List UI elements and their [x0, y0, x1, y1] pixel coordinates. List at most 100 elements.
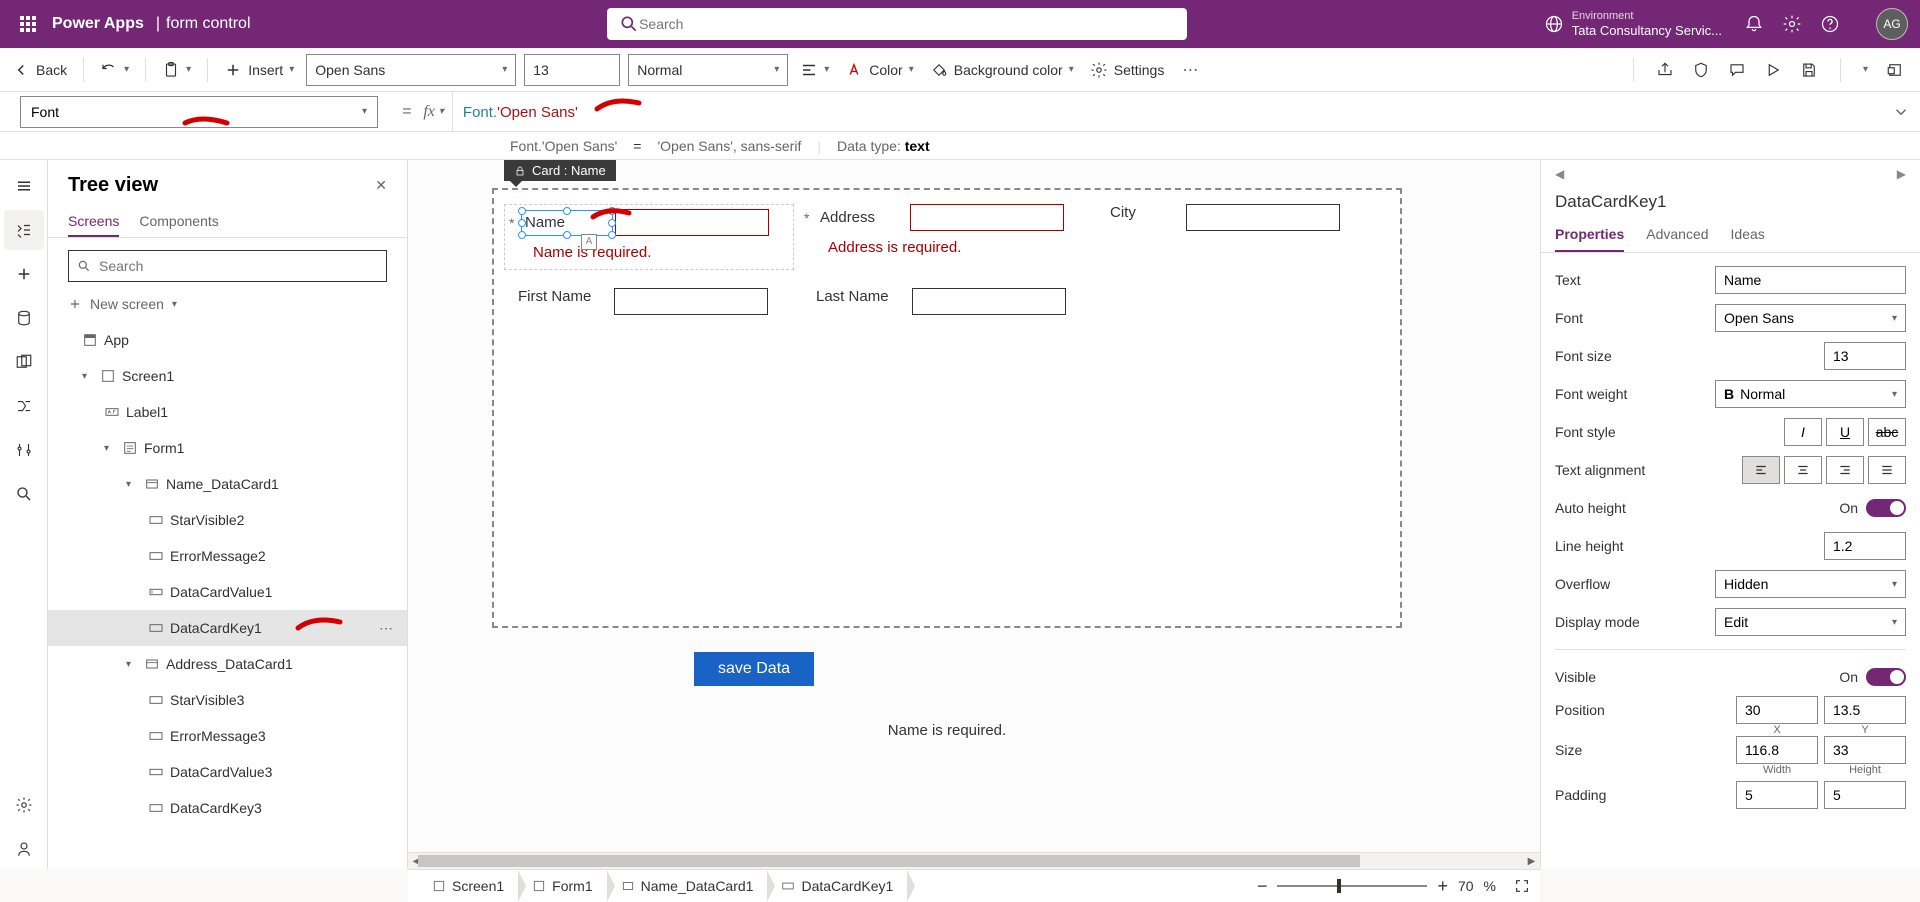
tree-item-form1[interactable]: ▾ Form1	[48, 430, 407, 466]
prop-fontsize-input[interactable]: 13	[1824, 342, 1906, 370]
props-back-icon[interactable]: ◀	[1555, 167, 1564, 181]
props-tab-ideas[interactable]: Ideas	[1731, 220, 1765, 252]
formula-input[interactable]: Font.'Open Sans'	[453, 103, 578, 121]
tree-search-input[interactable]	[99, 258, 378, 274]
rail-hamburger-icon[interactable]	[4, 166, 44, 206]
prop-height-input[interactable]: 33	[1824, 736, 1906, 764]
global-search[interactable]	[607, 8, 1187, 40]
help-icon[interactable]	[1820, 14, 1840, 34]
prop-lineheight-input[interactable]: 1.2	[1824, 532, 1906, 560]
checker-icon[interactable]	[1692, 61, 1710, 79]
tree-item-screen1[interactable]: ▾ Screen1	[48, 358, 407, 394]
scroll-right-icon[interactable]: ▶	[1523, 853, 1540, 870]
tree-item-more-icon[interactable]: ⋯	[379, 620, 393, 637]
prop-font-select[interactable]: Open Sans▾	[1715, 304, 1906, 332]
lastname-field-input[interactable]	[912, 288, 1066, 315]
rail-ask-icon[interactable]	[4, 829, 44, 869]
rail-data-icon[interactable]	[4, 298, 44, 338]
play-icon[interactable]	[1764, 61, 1782, 79]
align-right-button[interactable]	[1826, 456, 1864, 484]
share-icon[interactable]	[1656, 61, 1674, 79]
rail-settings-icon[interactable]	[4, 785, 44, 825]
card-tag[interactable]: Card : Name	[504, 160, 616, 181]
save-icon[interactable]	[1800, 61, 1818, 79]
tab-components[interactable]: Components	[139, 207, 218, 237]
tree-item-starvisible2[interactable]: StarVisible2	[48, 502, 407, 538]
rail-variables-icon[interactable]	[4, 430, 44, 470]
save-data-button[interactable]: save Data	[694, 652, 814, 686]
rail-tree-icon[interactable]	[4, 210, 44, 250]
prop-y-input[interactable]: 13.5	[1824, 696, 1906, 724]
prop-padbot-input[interactable]: 5	[1824, 781, 1906, 809]
name-field-input[interactable]	[615, 209, 769, 236]
zoom-out-button[interactable]: −	[1257, 876, 1268, 897]
city-field-input[interactable]	[1186, 204, 1340, 231]
font-family-select[interactable]: Open Sans▾	[306, 54, 516, 86]
bell-icon[interactable]	[1744, 14, 1764, 34]
strike-button[interactable]: abc	[1868, 418, 1906, 446]
underline-button[interactable]: U	[1826, 418, 1864, 446]
scroll-thumb[interactable]	[418, 855, 1360, 867]
paste-chevron[interactable]: ▾	[186, 64, 191, 75]
tree-item-datacardvalue1[interactable]: DataCardValue1	[48, 574, 407, 610]
property-selector[interactable]: Font▾	[20, 96, 378, 128]
fx-button[interactable]: fx▾	[415, 92, 453, 131]
prop-overflow-select[interactable]: Hidden▾	[1715, 570, 1906, 598]
props-forward-icon[interactable]: ▶	[1897, 167, 1906, 181]
props-tab-advanced[interactable]: Advanced	[1646, 220, 1708, 252]
rail-media-icon[interactable]	[4, 342, 44, 382]
paste-icon[interactable]	[162, 61, 180, 79]
tree-item-datacardvalue3[interactable]: DataCardValue3	[48, 754, 407, 790]
insert-button[interactable]: Insert ▾	[220, 61, 298, 79]
visible-toggle[interactable]	[1866, 668, 1906, 686]
comments-icon[interactable]	[1728, 61, 1746, 79]
crumb-datacardkey1[interactable]: DataCardKey1	[767, 870, 907, 902]
autoheight-toggle[interactable]	[1866, 499, 1906, 517]
font-size-select[interactable]: 13	[524, 54, 620, 86]
save-chevron[interactable]: ▾	[1863, 64, 1868, 75]
rail-insert-icon[interactable]	[4, 254, 44, 294]
gear-icon[interactable]	[1782, 14, 1802, 34]
crumb-name-datacard[interactable]: Name_DataCard1	[607, 870, 768, 902]
tree-close-icon[interactable]: ✕	[375, 177, 387, 194]
tree-search[interactable]	[68, 250, 387, 282]
prop-x-input[interactable]: 30	[1736, 696, 1818, 724]
form-canvas[interactable]: * Name A	[492, 188, 1402, 628]
tree-item-errormessage3[interactable]: ErrorMessage3	[48, 718, 407, 754]
tree-item-datacardkey3[interactable]: DataCardKey3	[48, 790, 407, 826]
tree-item-label1[interactable]: Label1	[48, 394, 407, 430]
new-screen-button[interactable]: New screen ▾	[68, 292, 387, 316]
tree-item-name-datacard[interactable]: ▾ Name_DataCard1	[48, 466, 407, 502]
tree-item-errormessage2[interactable]: ErrorMessage2	[48, 538, 407, 574]
rail-search-icon[interactable]	[4, 474, 44, 514]
undo-icon[interactable]	[100, 61, 118, 79]
font-weight-select[interactable]: Normal▾	[628, 54, 788, 86]
settings-button[interactable]: Settings	[1086, 61, 1169, 79]
firstname-field-input[interactable]	[614, 288, 768, 315]
align-menu[interactable]: ▾	[796, 61, 833, 79]
tree-item-datacardkey1[interactable]: DataCardKey1 ⋯	[48, 610, 407, 646]
publish-icon[interactable]	[1886, 61, 1904, 79]
document-title[interactable]: form control	[166, 15, 250, 33]
rail-flow-icon[interactable]	[4, 386, 44, 426]
fit-screen-icon[interactable]	[1514, 878, 1530, 894]
tree-item-starvisible3[interactable]: StarVisible3	[48, 682, 407, 718]
prop-padtop-input[interactable]: 5	[1736, 781, 1818, 809]
tab-screens[interactable]: Screens	[68, 207, 119, 237]
user-avatar[interactable]: AG	[1876, 8, 1908, 40]
tree-item-address-datacard[interactable]: ▾ Address_DataCard1	[48, 646, 407, 682]
zoom-slider[interactable]	[1277, 885, 1427, 887]
address-field-input[interactable]	[910, 204, 1064, 231]
undo-chevron[interactable]: ▾	[124, 64, 129, 75]
align-justify-button[interactable]	[1868, 456, 1906, 484]
formula-expand-icon[interactable]	[1892, 103, 1910, 121]
crumb-screen1[interactable]: Screen1	[418, 870, 518, 902]
crumb-form1[interactable]: Form1	[518, 870, 606, 902]
bgcolor-menu[interactable]: Background color ▾	[926, 61, 1078, 79]
back-button[interactable]: Back	[8, 61, 71, 79]
prop-text-input[interactable]: Name	[1715, 266, 1906, 294]
italic-button[interactable]: I	[1784, 418, 1822, 446]
zoom-in-button[interactable]: +	[1437, 876, 1448, 897]
search-input[interactable]	[639, 16, 1175, 32]
prop-width-input[interactable]: 116.8	[1736, 736, 1818, 764]
